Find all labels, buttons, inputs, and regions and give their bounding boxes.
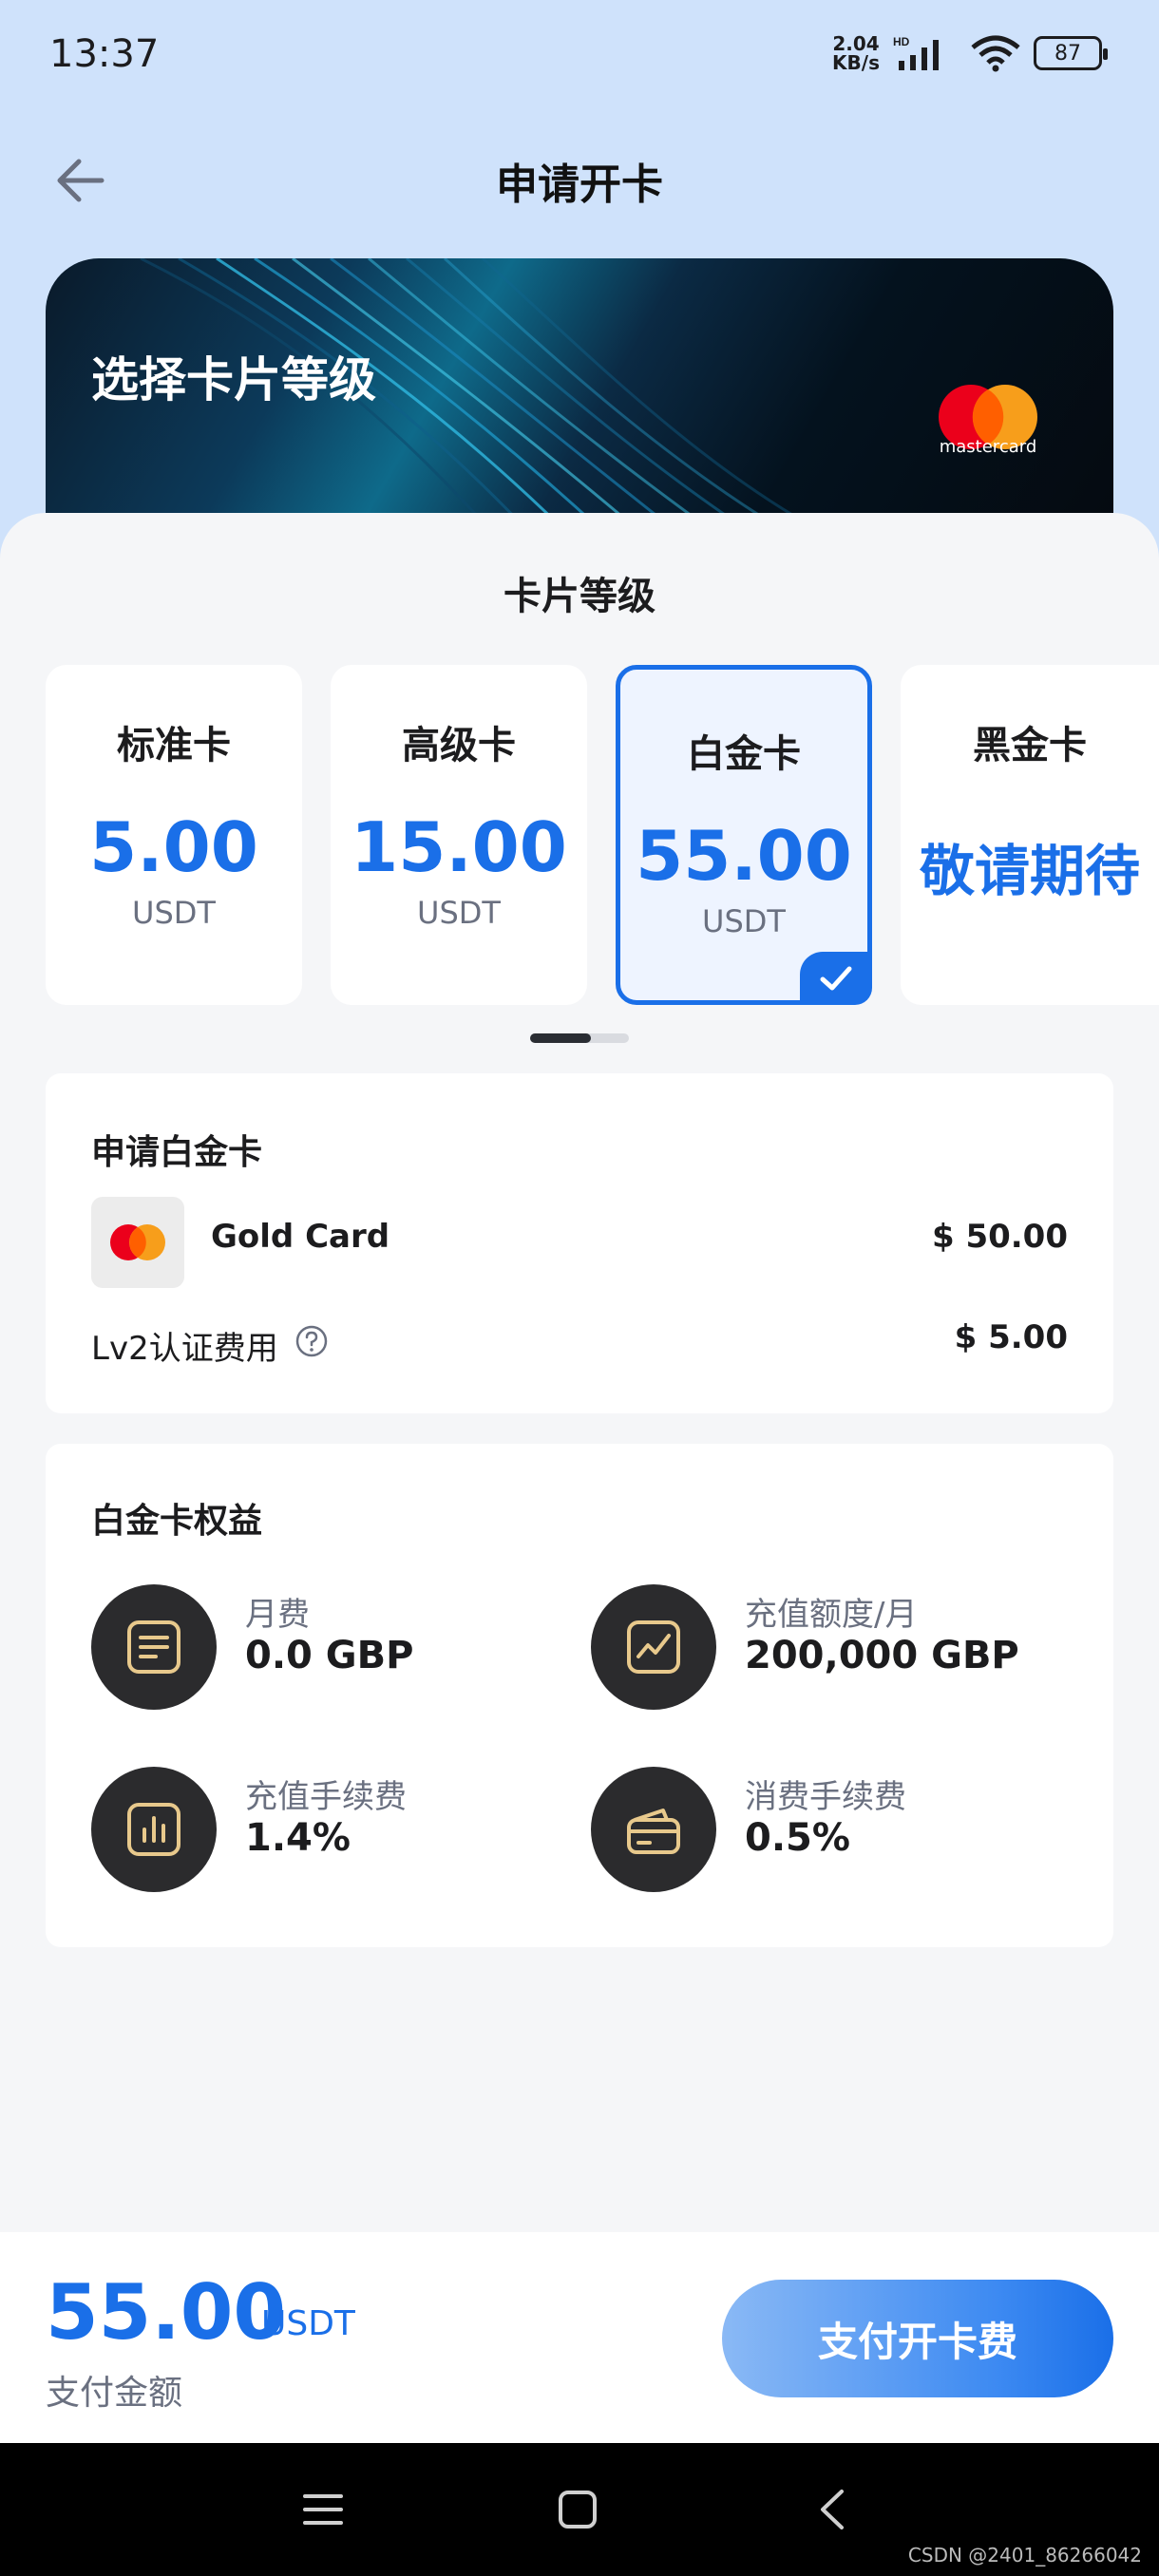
bar-chart-icon: [127, 1803, 180, 1856]
tier-name: 白金卡: [687, 732, 801, 776]
wifi-icon: [971, 35, 1020, 72]
fee-value: $ 5.00: [954, 1318, 1068, 1356]
battery-indicator: 87: [1034, 36, 1108, 70]
payment-amount: 55.00: [46, 2268, 287, 2357]
card-banner: 选择卡片等级 mastercard: [46, 258, 1113, 543]
signal-icon: HD: [893, 35, 939, 70]
benefit-label: 充值额度/月: [745, 1596, 918, 1634]
status-icons: 2.04 KB/s HD 87: [832, 32, 1108, 74]
document-icon: [127, 1620, 180, 1674]
page-title: 申请开卡: [496, 161, 663, 209]
network-speed: 2.04 KB/s: [832, 32, 880, 74]
benefit-label: 充值手续费: [245, 1778, 407, 1816]
benefit-value: 0.5%: [745, 1816, 850, 1860]
tier-scroll-indicator: [530, 1033, 629, 1043]
benefit-value: 200,000 GBP: [745, 1634, 1019, 1677]
benefit-label: 消费手续费: [745, 1778, 906, 1816]
fee-label: Lv2认证费用: [91, 1330, 278, 1368]
menu-icon: [303, 2494, 343, 2525]
tier-price: 15.00: [351, 807, 567, 887]
benefit-icon-monthly-fee: [91, 1584, 217, 1710]
card-product-price: $ 50.00: [931, 1218, 1068, 1256]
nav-back-button[interactable]: [804, 2481, 861, 2538]
tier-card-premium[interactable]: 高级卡 15.00 USDT: [331, 665, 587, 1005]
tier-name: 高级卡: [402, 724, 516, 767]
benefits-title: 白金卡权益: [91, 1502, 263, 1541]
payment-unit: USDT: [261, 2304, 355, 2343]
watermark: CSDN @2401_86266042: [907, 2544, 1142, 2567]
coming-soon-label: 敬请期待: [919, 839, 1140, 903]
chevron-left-icon: [821, 2490, 844, 2529]
tier-section-title: 卡片等级: [504, 575, 656, 618]
mastercard-icon: [110, 1224, 165, 1260]
card-thumbnail: [91, 1197, 184, 1288]
question-circle-icon: [295, 1325, 328, 1357]
home-square-icon: [559, 2491, 597, 2529]
benefits-card: 白金卡权益 月费 0.0 GBP 充值额度/月 200,000 GBP 充值手续…: [46, 1444, 1113, 1947]
tier-unit: USDT: [132, 895, 216, 931]
nav-menu-button[interactable]: [294, 2481, 352, 2538]
tier-name: 标准卡: [117, 724, 231, 767]
benefit-value: 1.4%: [245, 1816, 351, 1860]
tier-unit: USDT: [702, 903, 786, 939]
wallet-card-icon: [627, 1809, 680, 1854]
selected-check-badge: [800, 952, 872, 1005]
payment-bar: 55.00 USDT 支付金额 支付开卡费: [0, 2232, 1159, 2443]
tier-name: 黑金卡: [973, 724, 1087, 767]
benefit-value: 0.0 GBP: [245, 1634, 414, 1677]
payment-label: 支付金额: [46, 2374, 183, 2413]
pay-card-fee-button[interactable]: 支付开卡费: [722, 2280, 1113, 2397]
mastercard-wordmark: mastercard: [939, 437, 1037, 457]
benefit-icon-spend-fee: [591, 1767, 716, 1892]
tier-price: 55.00: [636, 816, 852, 896]
mastercard-logo: [939, 385, 1037, 449]
tier-unit: USDT: [417, 895, 501, 931]
checkmark-icon: [820, 966, 852, 991]
trend-chart-icon: [627, 1620, 680, 1674]
tier-price: 5.00: [89, 807, 258, 887]
status-bar: 13:37 2.04 KB/s HD 87: [0, 0, 1159, 114]
nav-home-button[interactable]: [549, 2481, 606, 2538]
apply-title: 申请白金卡: [91, 1133, 263, 1172]
banner-title: 选择卡片等级: [91, 352, 376, 407]
svg-text:HD: HD: [893, 35, 910, 48]
tier-card-black-gold[interactable]: 黑金卡 敬请期待: [901, 665, 1159, 1005]
benefit-icon-topup-fee: [91, 1767, 217, 1892]
benefit-label: 月费: [245, 1596, 310, 1634]
card-product-name: Gold Card: [211, 1218, 390, 1256]
tier-card-standard[interactable]: 标准卡 5.00 USDT: [46, 665, 302, 1005]
status-time: 13:37: [49, 32, 160, 76]
scroll-thumb: [530, 1033, 591, 1043]
system-nav-bar: CSDN @2401_86266042: [0, 2443, 1159, 2576]
tier-card-platinum[interactable]: 白金卡 55.00 USDT: [616, 665, 872, 1005]
help-button[interactable]: [294, 1324, 329, 1358]
apply-summary-card: 申请白金卡 Gold Card $ 50.00 Lv2认证费用 $ 5.00: [46, 1073, 1113, 1413]
benefit-icon-topup-limit: [591, 1584, 716, 1710]
